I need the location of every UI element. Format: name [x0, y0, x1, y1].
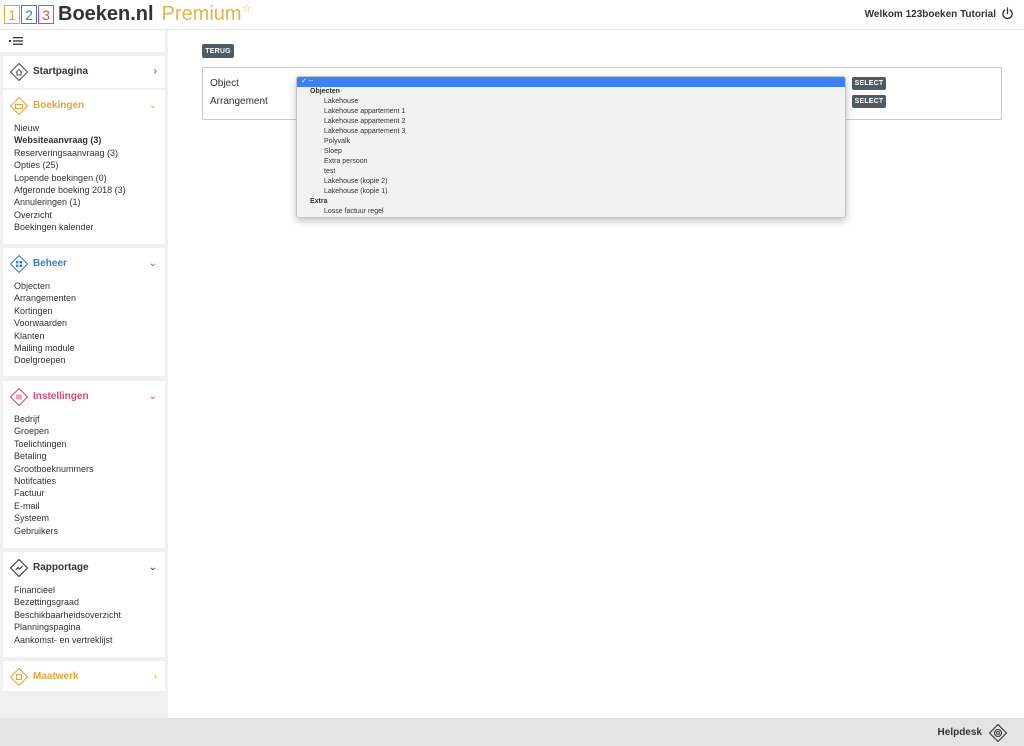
logo-premium: Premium — [161, 3, 242, 25]
sidebar-link-bezettingsgraad[interactable]: Bezettingsgraad — [14, 596, 165, 608]
chevron-right-icon: › — [153, 671, 157, 682]
sidebar-link-overzicht[interactable]: Overzicht — [14, 209, 165, 221]
object-label: Object — [210, 78, 239, 89]
dropdown-group-objecten: Objecten — [310, 88, 340, 95]
settings-icon — [10, 388, 28, 406]
sidebar-panel-instellingen: Instellingen ⌄ Bedrijf Groepen Toelichti… — [3, 381, 165, 548]
back-button[interactable]: TERUG — [202, 44, 234, 58]
menu-toggle-button[interactable] — [0, 30, 165, 52]
sidebar-link-boekingen-kalender[interactable]: Boekingen kalender — [14, 221, 165, 233]
sidebar-link-reserveringsaanvraag[interactable]: Reserveringsaanvraag (3) — [14, 147, 165, 159]
star-icon: ☆ — [241, 3, 252, 15]
top-header: 1 2 3 Boeken.nl Premium ☆ Welkom 123boeke… — [0, 0, 1024, 30]
sidebar-link-afgeronde-boeking[interactable]: Afgeronde boeking 2018 (3) — [14, 184, 165, 196]
dropdown-option[interactable]: Extra persoon — [297, 157, 845, 167]
dropdown-option[interactable]: Polyvalk — [297, 137, 845, 147]
logo-digit-3: 3 — [38, 5, 54, 24]
grid-icon — [10, 255, 28, 273]
sidebar-link-opties[interactable]: Opties (25) — [14, 159, 165, 171]
sidebar-panel-startpagina: Startpagina › — [3, 56, 165, 88]
sidebar-label-startpagina: Startpagina — [33, 66, 89, 77]
sidebar-link-arrangementen[interactable]: Arrangementen — [14, 292, 165, 304]
chevron-down-icon: ⌄ — [148, 562, 157, 573]
dropdown-option[interactable]: Sloep — [297, 147, 845, 157]
object-select-button[interactable]: SELECT — [852, 77, 886, 90]
bed-icon — [10, 97, 28, 115]
sidebar-link-betaling[interactable]: Betaling — [14, 450, 165, 462]
sidebar-link-beschikbaarheidsoverzicht[interactable]: Beschikbaarheidsoverzicht — [14, 609, 165, 621]
sidebar-link-voorwaarden[interactable]: Voorwaarden — [14, 317, 165, 329]
sidebar-panel-rapportage: Rapportage ⌄ Financieel Bezettingsgraad … — [3, 552, 165, 657]
sidebar-item-rapportage[interactable]: Rapportage ⌄ — [3, 552, 165, 584]
welcome-text: Welkom 123boeken Tutorial — [864, 9, 996, 20]
sidebar-panel-maatwerk: Maatwerk › — [3, 661, 165, 691]
arrangement-label: Arrangement — [210, 96, 268, 107]
logo-digit-2: 2 — [21, 5, 37, 24]
sidebar-item-maatwerk[interactable]: Maatwerk › — [3, 661, 165, 693]
sidebar-link-kortingen[interactable]: Kortingen — [14, 305, 165, 317]
sidebar-link-klanten[interactable]: Klanten — [14, 330, 165, 342]
dropdown-option[interactable]: Losse factuur regel — [297, 207, 845, 217]
footer: Helpdesk — [0, 718, 1024, 746]
sidebar-label-boekingen: Boekingen — [33, 100, 85, 111]
power-icon[interactable] — [1001, 7, 1014, 20]
object-dropdown-list[interactable]: ✓ -- Objecten Lakehouse Lakehouse appart… — [296, 76, 846, 218]
sidebar-link-groepen[interactable]: Groepen — [14, 425, 165, 437]
chevron-down-icon: ⌄ — [148, 258, 157, 269]
sidebar-link-objecten[interactable]: Objecten — [14, 280, 165, 292]
logo-digit-1: 1 — [4, 5, 20, 24]
dropdown-group-extra: Extra — [310, 198, 328, 205]
sidebar-item-instellingen[interactable]: Instellingen ⌄ — [3, 381, 165, 413]
sidebar-label-beheer: Beheer — [33, 258, 67, 269]
chevron-right-icon: › — [153, 66, 157, 77]
sidebar-label-rapportage: Rapportage — [33, 562, 89, 573]
sidebar-link-e-mail[interactable]: E-mail — [14, 500, 165, 512]
sidebar-link-nieuw[interactable]: Nieuw — [14, 122, 165, 134]
sidebar-link-planningspagina[interactable]: Planningspagina — [14, 621, 165, 633]
sidebar-link-websiteaanvraag[interactable]: Websiteaanvraag (3) — [14, 134, 165, 146]
sidebar-link-bedrijf[interactable]: Bedrijf — [14, 413, 165, 425]
chevron-down-icon: ⌄ — [148, 100, 157, 111]
sidebar-link-annuleringen[interactable]: Annuleringen (1) — [14, 196, 165, 208]
sidebar-link-aankomst-vertreklijst[interactable]: Aankomst- en vertreklijst — [14, 634, 165, 646]
sidebar-link-toelichtingen[interactable]: Toelichtingen — [14, 438, 165, 450]
sidebar-item-boekingen[interactable]: Boekingen ⌄ — [3, 90, 165, 122]
sidebar-link-mailing-module[interactable]: Mailing module — [14, 342, 165, 354]
dropdown-option[interactable]: Lakehouse — [297, 97, 845, 107]
sidebar-link-notifcaties[interactable]: Notifcaties — [14, 475, 165, 487]
sidebar-panel-boekingen: Boekingen ⌄ Nieuw Websiteaanvraag (3) Re… — [3, 90, 165, 244]
dropdown-option-empty[interactable]: ✓ -- — [297, 77, 845, 87]
sidebar-link-systeem[interactable]: Systeem — [14, 512, 165, 524]
dropdown-option[interactable]: Lakehouse appartement 3 — [297, 127, 845, 137]
menu-icon — [9, 37, 23, 45]
sidebar-label-instellingen: Instellingen — [33, 391, 89, 402]
sidebar-link-financieel[interactable]: Financieel — [14, 584, 165, 596]
sidebar: Startpagina › Boekingen ⌄ Nieuw Websitea… — [0, 30, 168, 718]
sidebar-item-beheer[interactable]: Beheer ⌄ — [3, 248, 165, 280]
sidebar-link-lopende-boekingen[interactable]: Lopende boekingen (0) — [14, 172, 165, 184]
dropdown-option[interactable]: Lakehouse (kopie 1) — [297, 187, 845, 197]
home-icon — [10, 63, 28, 81]
logo[interactable]: 1 2 3 Boeken.nl Premium ☆ — [4, 3, 251, 26]
dropdown-option[interactable]: test — [297, 167, 845, 177]
dropdown-option[interactable]: Lakehouse appartement 1 — [297, 107, 845, 117]
sidebar-link-doelgroepen[interactable]: Doelgroepen — [14, 354, 165, 366]
sidebar-label-maatwerk: Maatwerk — [33, 671, 79, 682]
lifebuoy-icon[interactable] — [988, 723, 1008, 743]
maatwerk-icon — [10, 668, 28, 686]
chevron-down-icon: ⌄ — [148, 391, 157, 402]
report-icon — [10, 559, 28, 577]
sidebar-item-startpagina[interactable]: Startpagina › — [3, 56, 165, 88]
logo-brand: Boeken.nl — [58, 3, 154, 25]
sidebar-panel-beheer: Beheer ⌄ Objecten Arrangementen Kortinge… — [3, 248, 165, 376]
dropdown-option[interactable]: Lakehouse appartement 2 — [297, 117, 845, 127]
sidebar-link-grootboeknummers[interactable]: Grootboeknummers — [14, 463, 165, 475]
dropdown-option[interactable]: Lakehouse (kopie 2) — [297, 177, 845, 187]
sidebar-link-gebruikers[interactable]: Gebruikers — [14, 525, 165, 537]
sidebar-link-factuur[interactable]: Factuur — [14, 487, 165, 499]
helpdesk-link[interactable]: Helpdesk — [938, 727, 982, 738]
arrangement-select-button[interactable]: SELECT — [852, 95, 886, 108]
